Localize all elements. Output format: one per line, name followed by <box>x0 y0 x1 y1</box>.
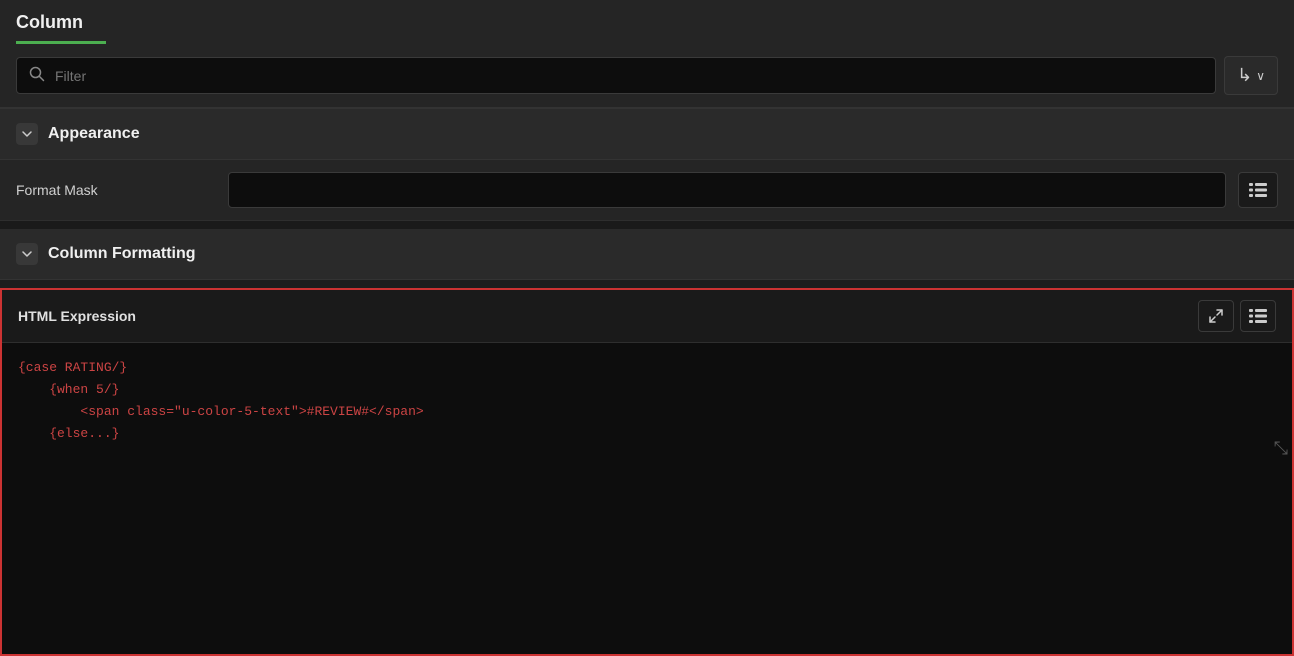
appearance-section-title: Appearance <box>48 125 140 143</box>
search-icon <box>29 66 45 85</box>
code-line-1: {case RATING/} <box>18 357 1276 379</box>
section-separator <box>0 221 1294 229</box>
html-expression-list-button[interactable] <box>1240 300 1276 332</box>
html-expression-actions <box>1198 300 1276 332</box>
code-line-4: {else...} <box>18 423 1276 445</box>
code-line-2: {when 5/} <box>18 379 1276 401</box>
html-expression-title: HTML Expression <box>18 308 136 324</box>
column-formatting-collapse-button[interactable] <box>16 243 38 265</box>
filter-action-button[interactable]: ↳ ∨ <box>1224 56 1278 95</box>
html-expression-body[interactable]: {case RATING/} {when 5/} <span class="u-… <box>2 343 1292 463</box>
format-mask-label: Format Mask <box>16 182 216 198</box>
appearance-collapse-button[interactable] <box>16 123 38 145</box>
return-arrow-icon: ↳ <box>1237 65 1252 86</box>
code-line-3: <span class="u-color-5-text">#REVIEW#</s… <box>18 401 1276 423</box>
format-mask-input[interactable] <box>228 172 1226 208</box>
resize-handle[interactable]: ⤡ <box>1274 441 1288 459</box>
filter-row: ↳ ∨ <box>0 44 1294 108</box>
filter-input-wrapper <box>16 57 1216 94</box>
panel-header: Column <box>0 0 1294 44</box>
panel-title: Column <box>16 12 83 41</box>
filter-input[interactable] <box>55 68 1203 84</box>
html-expression-section: HTML Expression <box>0 288 1294 656</box>
column-formatting-section: Column Formatting <box>0 229 1294 280</box>
column-formatting-section-title: Column Formatting <box>48 245 196 263</box>
column-formatting-section-header: Column Formatting <box>0 229 1294 280</box>
html-expression-header: HTML Expression <box>2 290 1292 343</box>
chevron-down-icon: ∨ <box>1256 69 1265 83</box>
column-panel: Column ↳ ∨ Appearance <box>0 0 1294 656</box>
appearance-section: Appearance <box>0 109 1294 160</box>
html-expression-expand-button[interactable] <box>1198 300 1234 332</box>
format-mask-list-button[interactable] <box>1238 172 1278 208</box>
appearance-section-header: Appearance <box>0 109 1294 160</box>
format-mask-row: Format Mask <box>0 160 1294 221</box>
